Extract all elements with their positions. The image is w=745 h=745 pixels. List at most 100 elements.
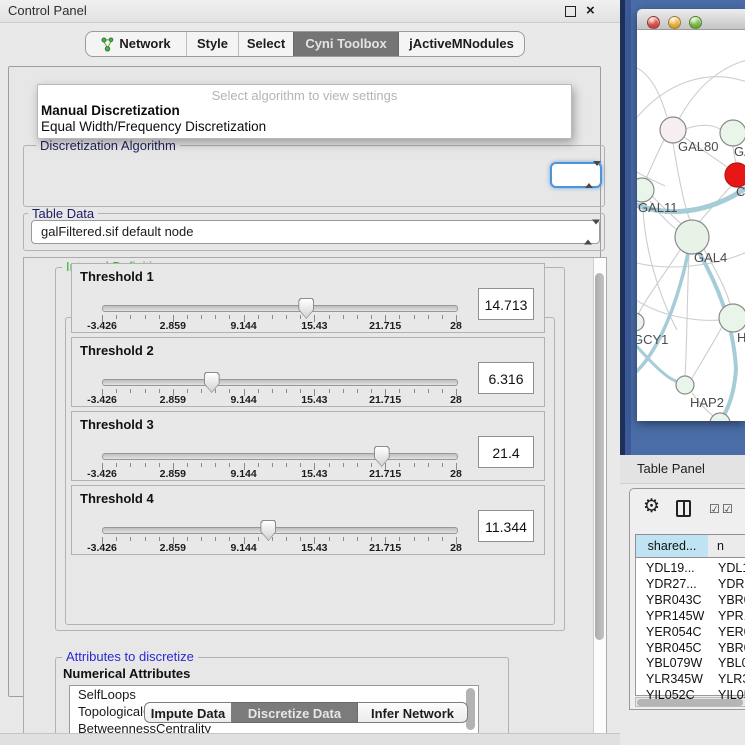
- network-node-gcy1[interactable]: [637, 313, 644, 331]
- bottom-tabbar: Impute DataDiscretize DataInfer Network: [144, 702, 468, 723]
- table-row[interactable]: YBR043CYBR043C: [636, 593, 745, 609]
- popup-item-manual-discretization[interactable]: Manual Discretization: [41, 103, 180, 118]
- slider-tick: [286, 463, 287, 467]
- bottom-tab-infer-network[interactable]: Infer Network: [358, 702, 468, 723]
- float-icon[interactable]: [565, 6, 576, 17]
- slider-tick-label: 2.859: [160, 394, 186, 406]
- threshold-value-field[interactable]: 11.344: [478, 510, 534, 542]
- tab-cyni-toolbox[interactable]: Cyni Toolbox: [293, 32, 398, 56]
- popup-item-equal-width-frequency[interactable]: Equal Width/Frequency Discretization: [41, 119, 266, 134]
- cell-name: YER054C: [718, 625, 745, 639]
- combo-arrows-icon: [584, 225, 592, 240]
- algorithm-placeholder-item[interactable]: Select algorithm to view settings: [38, 88, 571, 103]
- tab-select[interactable]: Select: [238, 32, 293, 56]
- threshold-value-field[interactable]: 6.316: [478, 362, 534, 394]
- tab-label: Cyni Toolbox: [305, 32, 386, 56]
- tab-label: Select: [247, 32, 285, 56]
- threshold-slider-track[interactable]: [102, 527, 458, 534]
- slider-tick: [329, 315, 330, 319]
- slider-tick-label: 2.859: [160, 542, 186, 554]
- slider-tick: [201, 315, 202, 319]
- threshold-slider-knob[interactable]: [204, 372, 220, 393]
- slider-tick-label: 28: [450, 468, 462, 480]
- network-node-label: GAL4: [694, 250, 727, 265]
- table-row[interactable]: YDL19...YDL19: [636, 561, 745, 577]
- bottom-tab-impute-data[interactable]: Impute Data: [144, 702, 232, 723]
- minimize-traffic-icon[interactable]: [668, 16, 681, 29]
- gear-icon[interactable]: ⚙: [643, 497, 660, 517]
- slider-tick-label: -3.426: [87, 394, 117, 406]
- network-node[interactable]: [710, 413, 730, 421]
- network-node-gal4[interactable]: [675, 220, 709, 254]
- threshold-value-field[interactable]: 14.713: [478, 288, 534, 320]
- attributes-group-label: Attributes to discretize: [62, 650, 198, 664]
- attribute-item[interactable]: SelfLoops: [70, 686, 478, 703]
- slider-tick: [145, 315, 146, 319]
- slider-tick: [414, 463, 415, 467]
- table-panel: ⚙ ☑ ☑ shared... n YDL19...YDL19YDR27...Y…: [629, 488, 745, 710]
- column-header-shared-name[interactable]: shared...: [635, 534, 709, 558]
- cell-name: YDL19: [718, 561, 745, 575]
- panel-scrollbar-thumb[interactable]: [595, 273, 604, 640]
- table-data-value: galFiltered.sif default node: [41, 224, 193, 239]
- tab-label: Style: [197, 32, 228, 56]
- slider-tick-label: 15.43: [301, 320, 327, 332]
- algorithm-combo[interactable]: [550, 162, 602, 188]
- threshold-slider-knob[interactable]: [374, 446, 390, 467]
- cell-shared-name: YBR043C: [646, 593, 702, 607]
- table-row[interactable]: YLR345WYLR345W: [636, 672, 745, 688]
- table-row[interactable]: YPR145WYPR145W: [636, 609, 745, 625]
- tab-network[interactable]: Network: [86, 32, 186, 56]
- slider-tick-label: 9.144: [230, 394, 256, 406]
- column-header-name[interactable]: n: [708, 534, 745, 558]
- window-footer: [0, 733, 620, 745]
- threshold-slider-track[interactable]: [102, 305, 458, 312]
- network-edge: [685, 254, 689, 376]
- table-row[interactable]: YDR27...YDR27: [636, 577, 745, 593]
- slider-tick: [116, 463, 117, 467]
- threshold-4-box: Threshold 4-3.4262.8599.14415.4321.71528…: [71, 485, 545, 555]
- slider-tick: [258, 389, 259, 393]
- threshold-label: Threshold 1: [80, 269, 154, 284]
- cell-name: YPR145W: [718, 609, 745, 623]
- zoom-traffic-icon[interactable]: [689, 16, 702, 29]
- checkbox-icon[interactable]: ☑: [709, 503, 720, 515]
- table-row[interactable]: YBR045CYBR045C: [636, 641, 745, 657]
- table-row[interactable]: YER054CYER054C: [636, 625, 745, 641]
- table-data-combo[interactable]: galFiltered.sif default node: [31, 220, 600, 244]
- checkbox-icon[interactable]: ☑: [722, 503, 733, 515]
- slider-tick: [215, 389, 216, 393]
- tab-style[interactable]: Style: [186, 32, 238, 56]
- network-graph: GAL80GACGAL11GAL4GCY1HHAP2: [637, 30, 745, 421]
- threshold-slider-track[interactable]: [102, 453, 458, 460]
- slider-tick: [343, 315, 344, 319]
- table-row[interactable]: YBL079WYBL079W: [636, 656, 745, 672]
- slider-tick: [399, 537, 400, 541]
- close-traffic-icon[interactable]: [647, 16, 660, 29]
- network-node-ga[interactable]: [720, 120, 745, 146]
- threshold-value-field[interactable]: 21.4: [478, 436, 534, 468]
- close-icon[interactable]: ×: [586, 1, 595, 21]
- network-node-gal11[interactable]: [637, 178, 654, 202]
- desktop-edge-highlight: [625, 0, 631, 455]
- slider-tick: [343, 389, 344, 393]
- network-node-hap2[interactable]: [676, 376, 694, 394]
- network-node-h[interactable]: [719, 304, 745, 332]
- network-canvas[interactable]: GAL80GACGAL11GAL4GCY1HHAP2: [637, 30, 745, 421]
- columns-icon[interactable]: [676, 500, 691, 517]
- bottom-tab-discretize-data[interactable]: Discretize Data: [232, 702, 358, 723]
- slider-tick: [130, 463, 131, 467]
- threshold-2-box: Threshold 2-3.4262.8599.14415.4321.71528…: [71, 337, 545, 407]
- slider-tick: [215, 463, 216, 467]
- slider-tick-label: 21.715: [369, 542, 401, 554]
- slider-tick: [357, 537, 358, 541]
- slider-tick: [145, 389, 146, 393]
- threshold-slider-track[interactable]: [102, 379, 458, 386]
- slider-tick-label: 28: [450, 394, 462, 406]
- slider-tick: [329, 389, 330, 393]
- threshold-slider-knob[interactable]: [260, 520, 276, 541]
- slider-tick: [258, 537, 259, 541]
- cyni-toolbox-panel: Discretization Algorithm Table Data galF…: [8, 66, 601, 697]
- tab-jactivemnodules[interactable]: jActiveMNodules: [398, 32, 524, 56]
- table-row[interactable]: YIL052CYIL052C: [636, 688, 745, 704]
